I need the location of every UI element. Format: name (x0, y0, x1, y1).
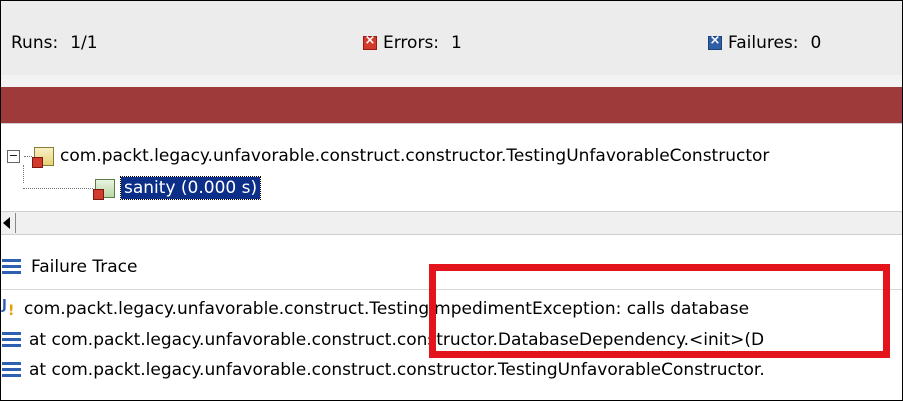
tree-item-suite[interactable]: − com.packt.legacy.unfavorable.construct… (7, 146, 770, 168)
trace-line-text: com.packt.legacy.unfavorable.construct.T… (24, 299, 750, 319)
tree-connector (24, 155, 32, 157)
progress-gap (1, 75, 902, 87)
trace-line-exception[interactable]: J! com.packt.legacy.unfavorable.construc… (1, 295, 902, 323)
errors-value: 1 (451, 33, 462, 53)
java-exception-icon: J! (2, 298, 15, 319)
junit-view: Runs: 1/1 Errors: 1 Failures: 0 − com.pa… (0, 0, 903, 401)
test-tree[interactable]: − com.packt.legacy.unfavorable.construct… (1, 123, 902, 212)
runs-value: 1/1 (70, 33, 98, 53)
progress-bar (1, 87, 902, 123)
stack-trace-icon (2, 259, 21, 275)
failures-label: Failures: (728, 33, 799, 53)
scroll-left-arrow-icon[interactable] (3, 217, 10, 229)
horizontal-scrollbar[interactable] (1, 211, 902, 235)
tree-connector (23, 187, 93, 189)
trace-line-text: at com.packt.legacy.unfavorable.construc… (29, 360, 765, 380)
runs-counter: Runs: 1/1 (11, 33, 98, 53)
failures-counter: Failures: 0 (708, 33, 821, 53)
errors-label: Errors: (383, 33, 440, 53)
runs-label: Runs: (11, 33, 59, 53)
stack-frame-icon (2, 332, 21, 348)
scrollbar-thumb[interactable] (15, 213, 24, 233)
trace-line-frame-1[interactable]: at com.packt.legacy.unfavorable.construc… (1, 326, 902, 354)
stack-frame-icon (2, 362, 21, 378)
failure-trace-header: Failure Trace (1, 245, 902, 290)
trace-line-frame-2[interactable]: at com.packt.legacy.unfavorable.construc… (1, 356, 902, 384)
test-label[interactable]: sanity (0.000 s) (119, 176, 262, 200)
tree-vertical-connector (23, 165, 24, 183)
error-icon (363, 33, 377, 50)
failure-trace-title: Failure Trace (31, 257, 138, 277)
test-summary-bar: Runs: 1/1 Errors: 1 Failures: 0 (1, 1, 902, 75)
trace-line-text: at com.packt.legacy.unfavorable.construc… (29, 330, 765, 350)
failures-value: 0 (810, 33, 822, 53)
suite-label: com.packt.legacy.unfavorable.construct.c… (60, 146, 770, 166)
errors-counter: Errors: 1 (363, 33, 462, 53)
collapse-icon[interactable]: − (7, 149, 20, 163)
tree-item-test[interactable]: sanity (0.000 s) (23, 176, 262, 200)
test-suite-error-icon (32, 146, 54, 168)
test-error-icon (93, 178, 115, 200)
failure-icon (708, 33, 722, 50)
